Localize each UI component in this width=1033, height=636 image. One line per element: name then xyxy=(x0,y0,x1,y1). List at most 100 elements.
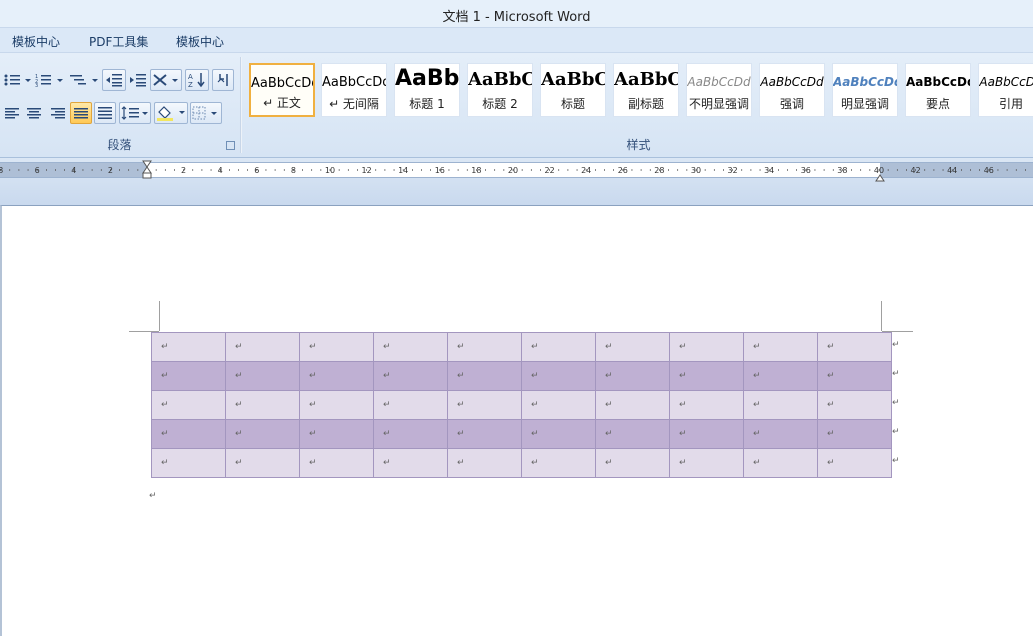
table-cell[interactable]: ↵ xyxy=(743,448,818,478)
ruler-label: 6 xyxy=(254,166,259,175)
style-subtitle[interactable]: AaBbC 副标题 xyxy=(613,63,679,117)
document-page[interactable]: ↵ ↵ ↵ ↵ ↵ ↵ ↵ ↵ ↵ ↵ ↵ ↵ ↵ ↵ ↵ ↵ ↵ ↵ ↵ ↵ ↵ ↵ ↵ ↵ ↵ ↵ ↵ ↵ ↵ ↵ ↵ ↵ ↵ ↵ ↵ ↵ ↵ ↵ ↵ ↵… xyxy=(0,205,1033,636)
table-cell[interactable]: ↵ xyxy=(225,419,300,449)
style-heading-1[interactable]: AaBb 标题 1 xyxy=(394,63,460,117)
table-cell[interactable]: ↵ xyxy=(595,419,670,449)
table-cell[interactable]: ↵ xyxy=(595,390,670,420)
borders-button[interactable] xyxy=(190,102,222,124)
table-cell[interactable]: ↵ xyxy=(225,390,300,420)
table-cell[interactable]: ↵ xyxy=(595,332,670,362)
table-cell[interactable]: ↵ xyxy=(299,448,374,478)
align-right-button[interactable] xyxy=(47,102,69,124)
sort-button[interactable]: AZ xyxy=(185,69,209,91)
style-subtle-emphasis[interactable]: AaBbCcDd 不明显强调 xyxy=(686,63,752,117)
bullets-button[interactable] xyxy=(2,69,32,91)
table-cell[interactable]: ↵ xyxy=(521,419,596,449)
align-center-button[interactable] xyxy=(23,102,45,124)
ruler-label: 24 xyxy=(581,166,591,175)
increase-indent-icon xyxy=(130,74,146,87)
style-name: 强调 xyxy=(779,97,804,111)
distributed-button[interactable] xyxy=(94,102,116,124)
table-cell[interactable]: ↵ xyxy=(151,361,226,391)
ruler-label: 6 xyxy=(35,166,40,175)
line-spacing-button[interactable] xyxy=(119,102,151,124)
ruler-label: 30 xyxy=(691,166,701,175)
menu-template-center-2[interactable]: 模板中心 xyxy=(176,33,224,50)
table-cell[interactable]: ↵ xyxy=(521,332,596,362)
table-cell[interactable]: ↵ xyxy=(669,390,744,420)
table-cell[interactable]: ↵ xyxy=(373,419,448,449)
style-emphasis[interactable]: AaBbCcDd 强调 xyxy=(759,63,825,117)
bullet-list-icon xyxy=(4,74,31,86)
table-cell[interactable]: ↵ xyxy=(225,332,300,362)
style-no-spacing[interactable]: AaBbCcDd ↵ 无间隔 xyxy=(321,63,387,117)
table-cell[interactable]: ↵ xyxy=(817,390,892,420)
table-cell[interactable]: ↵ xyxy=(299,390,374,420)
right-indent-marker[interactable] xyxy=(875,167,885,182)
table-cell[interactable]: ↵ xyxy=(151,332,226,362)
show-hide-marks-button[interactable] xyxy=(212,69,234,91)
table-cell[interactable]: ↵ xyxy=(299,361,374,391)
table-row: ↵ ↵ ↵ ↵ ↵ ↵ ↵ ↵ ↵ ↵ xyxy=(151,448,892,478)
style-sample: AaBbCcDd xyxy=(906,75,971,89)
document-table[interactable]: ↵ ↵ ↵ ↵ ↵ ↵ ↵ ↵ ↵ ↵ ↵ ↵ ↵ ↵ ↵ ↵ ↵ ↵ ↵ ↵ ↵ ↵ ↵ ↵ ↵ ↵ ↵ ↵ ↵ ↵ ↵ ↵ ↵ ↵ ↵ ↵ ↵ ↵ ↵ ↵… xyxy=(151,332,892,478)
shading-button[interactable] xyxy=(154,102,188,124)
menu-template-center[interactable]: 模板中心 xyxy=(12,33,60,50)
table-cell[interactable]: ↵ xyxy=(373,332,448,362)
table-cell[interactable]: ↵ xyxy=(743,332,818,362)
table-cell[interactable]: ↵ xyxy=(151,390,226,420)
ruler-label: 38 xyxy=(837,166,847,175)
table-cell[interactable]: ↵ xyxy=(595,361,670,391)
table-cell[interactable]: ↵ xyxy=(447,332,522,362)
table-cell[interactable]: ↵ xyxy=(743,419,818,449)
table-cell[interactable]: ↵ xyxy=(595,448,670,478)
ruler-label: 32 xyxy=(728,166,738,175)
table-cell[interactable]: ↵ xyxy=(669,332,744,362)
table-cell[interactable]: ↵ xyxy=(521,361,596,391)
multilevel-list-icon xyxy=(70,75,98,85)
table-cell[interactable]: ↵ xyxy=(151,448,226,478)
align-left-button[interactable] xyxy=(2,102,22,124)
table-cell[interactable]: ↵ xyxy=(373,390,448,420)
increase-indent-button[interactable] xyxy=(127,69,149,91)
table-cell[interactable]: ↵ xyxy=(225,361,300,391)
table-cell[interactable]: ↵ xyxy=(743,390,818,420)
table-cell[interactable]: ↵ xyxy=(299,419,374,449)
chinese-layout-button[interactable] xyxy=(150,69,182,91)
table-cell[interactable]: ↵ xyxy=(225,448,300,478)
style-heading-2[interactable]: AaBbC 标题 2 xyxy=(467,63,533,117)
table-cell[interactable]: ↵ xyxy=(817,448,892,478)
style-intense-emphasis[interactable]: AaBbCcDd 明显强调 xyxy=(832,63,898,117)
table-cell[interactable]: ↵ xyxy=(151,419,226,449)
decrease-indent-button[interactable] xyxy=(102,69,126,91)
style-quote[interactable]: AaBbCcDd 引用 xyxy=(978,63,1033,117)
table-cell[interactable]: ↵ xyxy=(447,361,522,391)
table-cell[interactable]: ↵ xyxy=(447,419,522,449)
paragraph-dialog-launcher[interactable] xyxy=(226,141,235,150)
table-cell[interactable]: ↵ xyxy=(521,448,596,478)
table-cell[interactable]: ↵ xyxy=(669,419,744,449)
numbering-button[interactable]: 123 xyxy=(34,69,66,91)
table-cell[interactable]: ↵ xyxy=(521,390,596,420)
style-strong[interactable]: AaBbCcDd 要点 xyxy=(905,63,971,117)
table-cell[interactable]: ↵ xyxy=(373,361,448,391)
table-cell[interactable]: ↵ xyxy=(817,419,892,449)
table-cell[interactable]: ↵ xyxy=(447,390,522,420)
justify-icon xyxy=(74,108,88,119)
justify-button[interactable] xyxy=(70,102,92,124)
table-cell[interactable]: ↵ xyxy=(669,448,744,478)
table-row: ↵ ↵ ↵ ↵ ↵ ↵ ↵ ↵ ↵ ↵ xyxy=(151,390,892,420)
table-cell[interactable]: ↵ xyxy=(299,332,374,362)
multilevel-list-button[interactable] xyxy=(68,69,100,91)
menu-pdf-tools[interactable]: PDF工具集 xyxy=(89,33,148,50)
table-cell[interactable]: ↵ xyxy=(373,448,448,478)
table-cell[interactable]: ↵ xyxy=(743,361,818,391)
style-title[interactable]: AaBbC 标题 xyxy=(540,63,606,117)
indent-marker[interactable] xyxy=(142,160,152,180)
table-cell[interactable]: ↵ xyxy=(817,332,892,362)
table-cell[interactable]: ↵ xyxy=(447,448,522,478)
table-cell[interactable]: ↵ xyxy=(817,361,892,391)
style-sample: AaBbCcDd xyxy=(833,75,898,89)
table-cell[interactable]: ↵ xyxy=(669,361,744,391)
style-normal[interactable]: AaBbCcDd ↵ 正文 xyxy=(249,63,315,117)
